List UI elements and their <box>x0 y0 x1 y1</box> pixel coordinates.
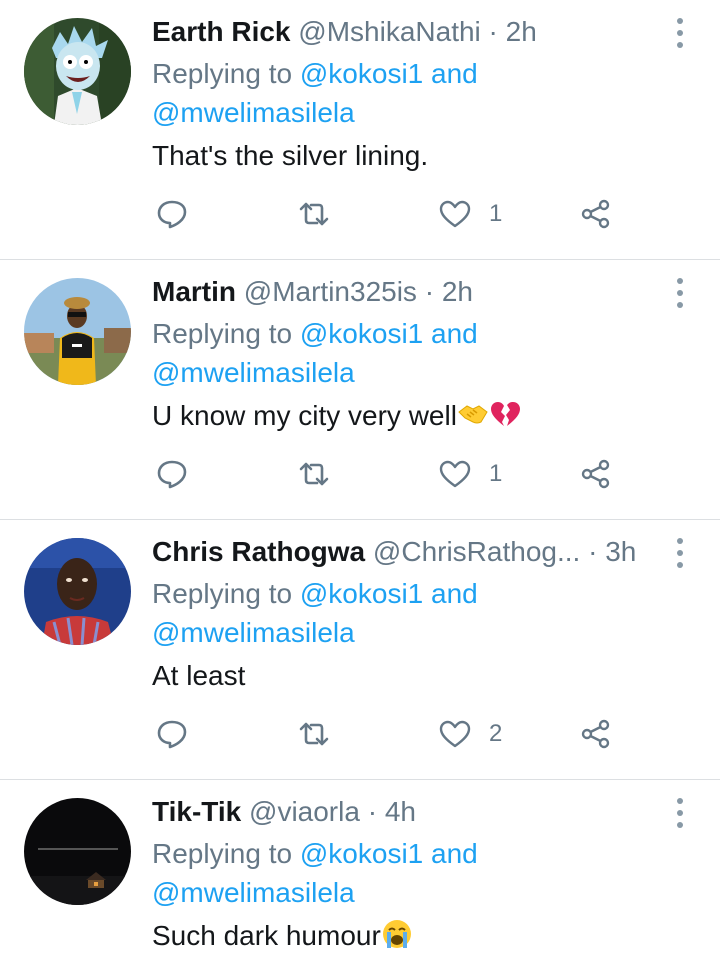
tweet-item[interactable]: Earth Rick @MshikaNathi · 2h Replying to… <box>0 0 720 260</box>
replying-prefix: Replying to <box>152 578 293 609</box>
display-name[interactable]: Tik-Tik <box>152 796 241 827</box>
tweet-item[interactable]: Chris Rathogwa @ChrisRathog... · 3h Repl… <box>0 520 720 780</box>
broken-heart-emoji-icon <box>490 402 520 426</box>
display-name[interactable]: Martin <box>152 276 236 307</box>
tweet-text: At least <box>152 658 245 694</box>
tweet-header: Chris Rathogwa @ChrisRathog... · 3h <box>152 534 660 570</box>
share-button[interactable] <box>580 454 612 494</box>
share-icon <box>581 199 610 229</box>
retweet-icon <box>299 202 329 226</box>
tweet-item[interactable]: Martin @Martin325is · 2h Replying to @ko… <box>0 260 720 520</box>
more-options-icon[interactable] <box>665 276 695 310</box>
tweet-text-body: At least <box>152 660 246 691</box>
heart-icon <box>439 200 471 228</box>
separator-dot: · <box>359 796 385 827</box>
tweet-actions: 1 <box>0 454 720 494</box>
retweet-button[interactable] <box>298 194 330 234</box>
like-button[interactable]: 1 <box>439 194 502 234</box>
tweet-actions: 2 <box>0 714 720 754</box>
share-button[interactable] <box>580 714 612 754</box>
timestamp[interactable]: 2h <box>506 16 537 47</box>
user-handle[interactable]: @MshikaNathi <box>298 16 480 47</box>
avatar[interactable] <box>24 798 131 905</box>
mention-link[interactable]: @kokosi1 <box>300 838 423 869</box>
crying-face-emoji-icon <box>382 920 411 948</box>
tweet-text: U know my city very well <box>152 398 521 434</box>
timestamp[interactable]: 2h <box>442 276 473 307</box>
tweet-text: That's the silver lining. <box>152 138 428 174</box>
more-options-icon[interactable] <box>665 536 695 570</box>
avatar[interactable] <box>24 278 131 385</box>
user-handle[interactable]: @ChrisRathog... <box>373 536 580 567</box>
separator-dot: · <box>580 536 606 567</box>
separator-dot: · <box>416 276 442 307</box>
retweet-button[interactable] <box>298 714 330 754</box>
tweet-header: Tik-Tik @viaorla · 4h <box>152 794 660 830</box>
avatar[interactable] <box>24 538 131 645</box>
timestamp[interactable]: 3h <box>605 536 636 567</box>
replying-to: Replying to @kokosi1 and @mwelimasilela <box>152 54 672 132</box>
tweet-text-body: Such dark humour <box>152 920 381 951</box>
user-handle[interactable]: @viaorla <box>249 796 360 827</box>
retweet-button[interactable] <box>298 454 330 494</box>
tweet-header: Martin @Martin325is · 2h <box>152 274 660 310</box>
reply-icon <box>157 200 187 229</box>
tweet-text: Such dark humour <box>152 918 413 954</box>
reply-button[interactable] <box>156 454 188 494</box>
retweet-icon <box>299 462 329 486</box>
tweet-actions: 1 <box>0 194 720 234</box>
replying-prefix: Replying to <box>152 838 293 869</box>
display-name[interactable]: Chris Rathogwa <box>152 536 365 567</box>
share-icon <box>581 459 610 489</box>
tweet-text-body: That's the silver lining. <box>152 140 429 171</box>
separator-dot: · <box>480 16 506 47</box>
share-button[interactable] <box>580 194 612 234</box>
like-button[interactable]: 1 <box>439 454 502 494</box>
retweet-icon <box>299 722 329 746</box>
and-text[interactable]: and <box>431 318 478 349</box>
mention-link[interactable]: @mwelimasilela <box>152 97 355 128</box>
replying-prefix: Replying to <box>152 318 293 349</box>
mention-link[interactable]: @kokosi1 <box>300 58 423 89</box>
mention-link[interactable]: @mwelimasilela <box>152 877 355 908</box>
more-options-icon[interactable] <box>665 796 695 830</box>
mention-link[interactable]: @mwelimasilela <box>152 357 355 388</box>
heart-icon <box>439 720 471 748</box>
replying-to: Replying to @kokosi1 and @mwelimasilela <box>152 834 672 912</box>
replying-to: Replying to @kokosi1 and @mwelimasilela <box>152 574 672 652</box>
replying-to: Replying to @kokosi1 and @mwelimasilela <box>152 314 672 392</box>
replying-prefix: Replying to <box>152 58 293 89</box>
user-handle[interactable]: @Martin325is <box>244 276 417 307</box>
mention-link[interactable]: @mwelimasilela <box>152 617 355 648</box>
reply-button[interactable] <box>156 194 188 234</box>
avatar[interactable] <box>24 18 131 125</box>
like-button[interactable]: 2 <box>439 714 502 754</box>
tweet-item[interactable]: Tik-Tik @viaorla · 4h Replying to @kokos… <box>0 780 720 969</box>
and-text[interactable]: and <box>431 578 478 609</box>
like-count: 2 <box>489 720 503 747</box>
handshake-emoji-icon <box>458 405 488 424</box>
reply-icon <box>157 460 187 489</box>
reply-button[interactable] <box>156 714 188 754</box>
tweet-header: Earth Rick @MshikaNathi · 2h <box>152 14 660 50</box>
timestamp[interactable]: 4h <box>385 796 416 827</box>
heart-icon <box>439 460 471 488</box>
display-name[interactable]: Earth Rick <box>152 16 291 47</box>
tweet-text-body: U know my city very well <box>152 400 457 431</box>
more-options-icon[interactable] <box>665 16 695 50</box>
and-text[interactable]: and <box>431 58 478 89</box>
like-count: 1 <box>489 200 503 227</box>
like-count: 1 <box>489 460 503 487</box>
reply-icon <box>157 720 187 749</box>
mention-link[interactable]: @kokosi1 <box>300 578 423 609</box>
share-icon <box>581 719 610 749</box>
mention-link[interactable]: @kokosi1 <box>300 318 423 349</box>
and-text[interactable]: and <box>431 838 478 869</box>
